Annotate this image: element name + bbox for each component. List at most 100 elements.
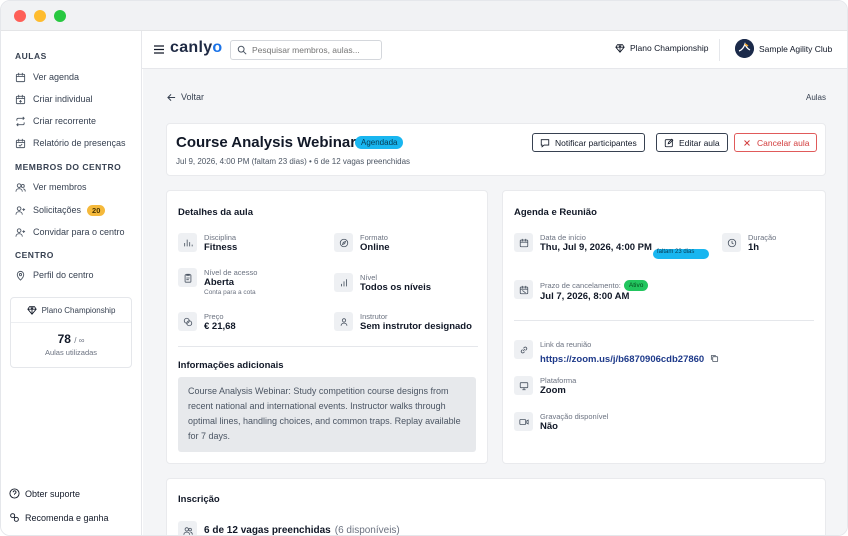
field-value: 1h bbox=[748, 242, 760, 253]
message-icon bbox=[540, 138, 550, 148]
calendar-icon bbox=[514, 233, 533, 252]
coins-icon bbox=[178, 312, 197, 331]
field-recording: Gravação disponível Não bbox=[514, 412, 608, 433]
plan-usage-card: Plano Championship 78 / ∞ Aulas utilizad… bbox=[10, 297, 132, 368]
plan-indicator[interactable]: Plano Championship bbox=[615, 43, 708, 53]
section-divider bbox=[514, 320, 814, 321]
field-format: Formato Online bbox=[334, 233, 390, 254]
menu-icon[interactable] bbox=[154, 45, 164, 54]
cancel-class-button[interactable]: Cancelar aula bbox=[734, 133, 818, 152]
breadcrumb[interactable]: Aulas bbox=[806, 93, 826, 102]
field-access-level: Nível de acesso Aberta Conta para a cota bbox=[178, 268, 257, 297]
minimize-window-button[interactable] bbox=[34, 10, 46, 22]
map-pin-icon bbox=[15, 270, 26, 281]
active-badge: Ativo bbox=[623, 280, 649, 291]
video-icon bbox=[514, 412, 533, 431]
enrollment-card: Inscrição 6 de 12 vagas preenchidas (6 d… bbox=[166, 478, 826, 536]
logo-text: canly bbox=[170, 39, 213, 56]
agenda-title: Agenda e Reunião bbox=[514, 207, 597, 218]
calendar-off-icon bbox=[514, 280, 533, 299]
sidebar: AULAS Ver agenda Criar individual Criar … bbox=[1, 31, 142, 535]
enrollment-available: (6 disponíveis) bbox=[334, 525, 400, 536]
sidebar-item-label: Criar individual bbox=[33, 94, 93, 104]
link-icon bbox=[514, 340, 533, 359]
sidebar-item-label: Convidar para o centro bbox=[33, 227, 125, 237]
class-description: Course Analysis Webinar: Study competiti… bbox=[178, 377, 476, 452]
sidebar-item-relatorio-presencas[interactable]: Relatório de presenças bbox=[15, 135, 126, 151]
clock-icon bbox=[722, 233, 741, 252]
class-header-card: Course Analysis Webinar Agendada Jul 9, … bbox=[166, 123, 826, 176]
field-label: Plataforma bbox=[540, 376, 577, 385]
referral-link[interactable]: Recomenda e ganha bbox=[9, 512, 109, 523]
sidebar-section-membros: MEMBROS DO CENTRO bbox=[15, 162, 122, 172]
sidebar-item-ver-agenda[interactable]: Ver agenda bbox=[15, 69, 79, 85]
field-platform: Plataforma Zoom bbox=[514, 376, 576, 397]
sidebar-item-label: Ver membros bbox=[33, 182, 87, 192]
edit-class-button[interactable]: Editar aula bbox=[656, 133, 728, 152]
plan-indicator-label: Plano Championship bbox=[630, 43, 709, 53]
enrollment-count: 6 de 12 vagas preenchidas bbox=[204, 525, 331, 536]
field-label: Formato bbox=[360, 233, 388, 242]
repeat-icon bbox=[15, 116, 26, 127]
user-plus-icon bbox=[15, 205, 26, 216]
app-window: AULAS Ver agenda Criar individual Criar … bbox=[0, 0, 848, 536]
field-value: € 21,68 bbox=[204, 321, 236, 332]
additional-info-title: Informações adicionais bbox=[178, 360, 284, 371]
sidebar-item-label: Relatório de presenças bbox=[33, 138, 126, 148]
search-icon bbox=[237, 45, 247, 55]
monitor-icon bbox=[514, 376, 533, 395]
plan-limit: ∞ bbox=[78, 336, 85, 345]
copy-icon[interactable] bbox=[710, 354, 719, 363]
app-logo[interactable]: canlyo bbox=[170, 39, 223, 57]
field-instructor: Instrutor Sem instrutor designado bbox=[334, 312, 472, 333]
field-value: Todos os níveis bbox=[360, 282, 432, 293]
support-link[interactable]: Obter suporte bbox=[9, 488, 80, 499]
plan-name: Plano Championship bbox=[41, 305, 116, 315]
section-divider bbox=[178, 346, 478, 347]
cancel-label: Cancelar aula bbox=[757, 137, 810, 148]
meeting-link[interactable]: https://zoom.us/j/b6870906cdb27860 bbox=[540, 354, 704, 365]
close-window-button[interactable] bbox=[14, 10, 26, 22]
agenda-meeting-card: Agenda e Reunião Data de início Thu, Jul … bbox=[502, 190, 826, 464]
sidebar-item-label: Solicitações bbox=[33, 205, 82, 215]
back-label: Voltar bbox=[181, 92, 205, 102]
search-box[interactable] bbox=[230, 40, 382, 60]
sidebar-item-label: Perfil do centro bbox=[33, 270, 94, 280]
club-switcher[interactable]: Sample Agility Club bbox=[735, 39, 832, 58]
field-label: Preço bbox=[204, 312, 224, 321]
sidebar-section-centro: CENTRO bbox=[15, 250, 54, 260]
search-input[interactable] bbox=[252, 45, 372, 55]
notify-participants-button[interactable]: Notificar participantes bbox=[532, 133, 645, 152]
sidebar-item-criar-recorrente[interactable]: Criar recorrente bbox=[15, 113, 96, 129]
users-icon bbox=[178, 521, 197, 535]
compass-icon bbox=[334, 233, 353, 252]
support-label: Obter suporte bbox=[25, 488, 81, 499]
referral-label: Recomenda e ganha bbox=[25, 512, 109, 523]
topbar-divider bbox=[719, 39, 720, 61]
gift-icon bbox=[10, 513, 19, 522]
field-label: Duração bbox=[748, 233, 777, 242]
plan-usage-header: Plano Championship bbox=[11, 298, 131, 323]
top-bar: canlyo Plano Championship Sample Agility… bbox=[142, 31, 847, 69]
main-content: Voltar Aulas Course Analysis Webinar Age… bbox=[143, 69, 847, 536]
sidebar-section-aulas: AULAS bbox=[15, 51, 47, 61]
field-value: Zoom bbox=[540, 385, 566, 396]
sidebar-item-solicitacoes[interactable]: Solicitações 20 bbox=[15, 202, 106, 218]
maximize-window-button[interactable] bbox=[54, 10, 66, 22]
sidebar-item-convidar[interactable]: Convidar para o centro bbox=[15, 224, 125, 240]
deadline-label: Prazo de cancelamento: bbox=[540, 281, 621, 290]
user-icon bbox=[334, 312, 353, 331]
field-label: Gravação disponível bbox=[540, 412, 609, 421]
sidebar-item-criar-individual[interactable]: Criar individual bbox=[15, 91, 93, 107]
diamond-icon bbox=[26, 306, 37, 315]
sidebar-item-ver-membros[interactable]: Ver membros bbox=[15, 179, 87, 195]
field-label: Instrutor bbox=[360, 312, 388, 321]
window-titlebar bbox=[1, 1, 847, 31]
close-icon bbox=[744, 139, 750, 146]
sidebar-item-perfil-centro[interactable]: Perfil do centro bbox=[15, 267, 94, 283]
enrollment-summary: 6 de 12 vagas preenchidas (6 disponíveis… bbox=[178, 521, 400, 536]
field-label: Prazo de cancelamento: Ativo bbox=[540, 280, 649, 291]
activity-icon bbox=[178, 233, 197, 252]
back-link[interactable]: Voltar bbox=[167, 92, 204, 102]
field-label: Link da reunião bbox=[540, 340, 592, 349]
